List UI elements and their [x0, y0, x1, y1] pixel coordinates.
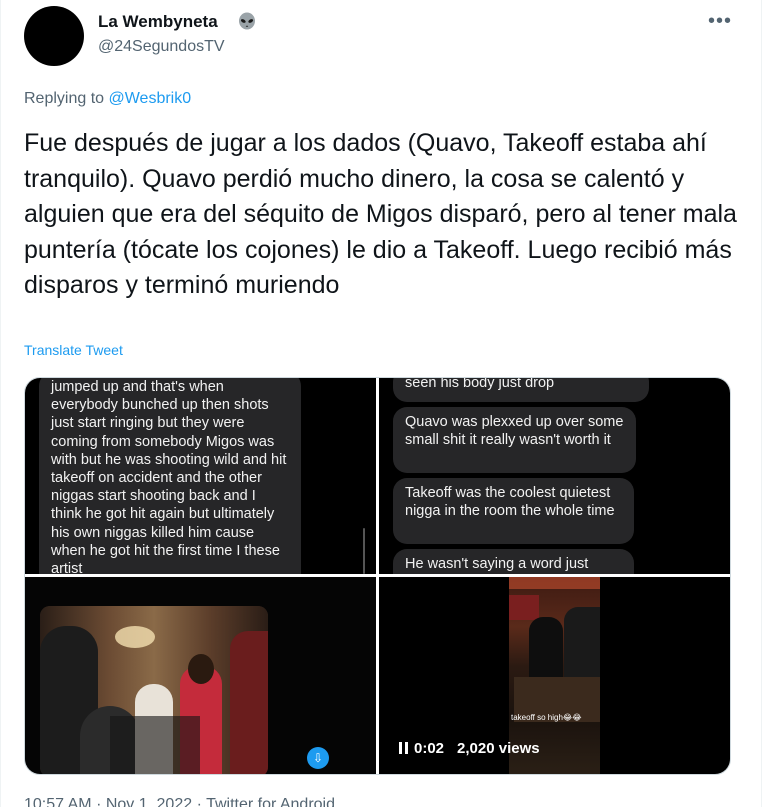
media-image-2[interactable]: seen his body just drop Quavo was plexxe…: [379, 378, 730, 574]
media-video[interactable]: takeoff so high😂😂 0:02 2,020 views: [379, 577, 730, 774]
video-controls[interactable]: 0:02 2,020 views: [399, 737, 540, 759]
chat-bubble: Quavo was plexxed up over some small shi…: [393, 407, 636, 473]
alien-emoji-icon: [239, 12, 255, 30]
video-time: 0:02: [414, 739, 445, 757]
tweet-source[interactable]: Twitter for Android: [206, 796, 335, 807]
video-caption: takeoff so high😂😂: [511, 713, 582, 722]
party-photo: [40, 606, 268, 774]
tweet-text: Fue después de jugar a los dados (Quavo,…: [24, 129, 737, 299]
avatar[interactable]: [24, 6, 84, 66]
tweet-time[interactable]: 10:57 AM: [24, 796, 92, 807]
chat-bubble: seen his body just drop: [393, 378, 649, 402]
pause-icon[interactable]: [399, 742, 408, 754]
separator: ·: [96, 796, 102, 807]
chat-bubble: He wasn't saying a word just chillin in …: [393, 549, 634, 574]
scroll-indicator: [363, 528, 365, 574]
more-options-icon[interactable]: •••: [708, 10, 732, 33]
chat-bubble: Takeoff was the coolest quietest nigga i…: [393, 478, 634, 544]
reply-prefix: Replying to: [24, 90, 105, 107]
separator: ·: [196, 796, 202, 807]
tweet: La Wembyneta @24SegundosTV ••• Replying …: [0, 0, 762, 807]
video-views: 2,020 views: [457, 739, 540, 757]
download-icon[interactable]: ⇩: [307, 747, 329, 769]
tweet-footer: 10:57 AM · Nov 1, 2022 · Twitter for And…: [24, 796, 335, 807]
media-image-3[interactable]: ⇩: [25, 577, 376, 774]
translate-tweet-link[interactable]: Translate Tweet: [24, 342, 123, 358]
media-image-1[interactable]: jumped up and that's when everybody bunc…: [25, 378, 376, 574]
chat-bubble: jumped up and that's when everybody bunc…: [39, 378, 301, 574]
author-handle[interactable]: @24SegundosTV: [98, 38, 225, 56]
reply-to-link[interactable]: @Wesbrik0: [109, 90, 192, 107]
reply-context: Replying to @Wesbrik0: [24, 90, 191, 108]
author-name[interactable]: La Wembyneta: [98, 12, 218, 32]
media-grid: jumped up and that's when everybody bunc…: [24, 377, 731, 775]
tweet-date[interactable]: Nov 1, 2022: [106, 796, 192, 807]
